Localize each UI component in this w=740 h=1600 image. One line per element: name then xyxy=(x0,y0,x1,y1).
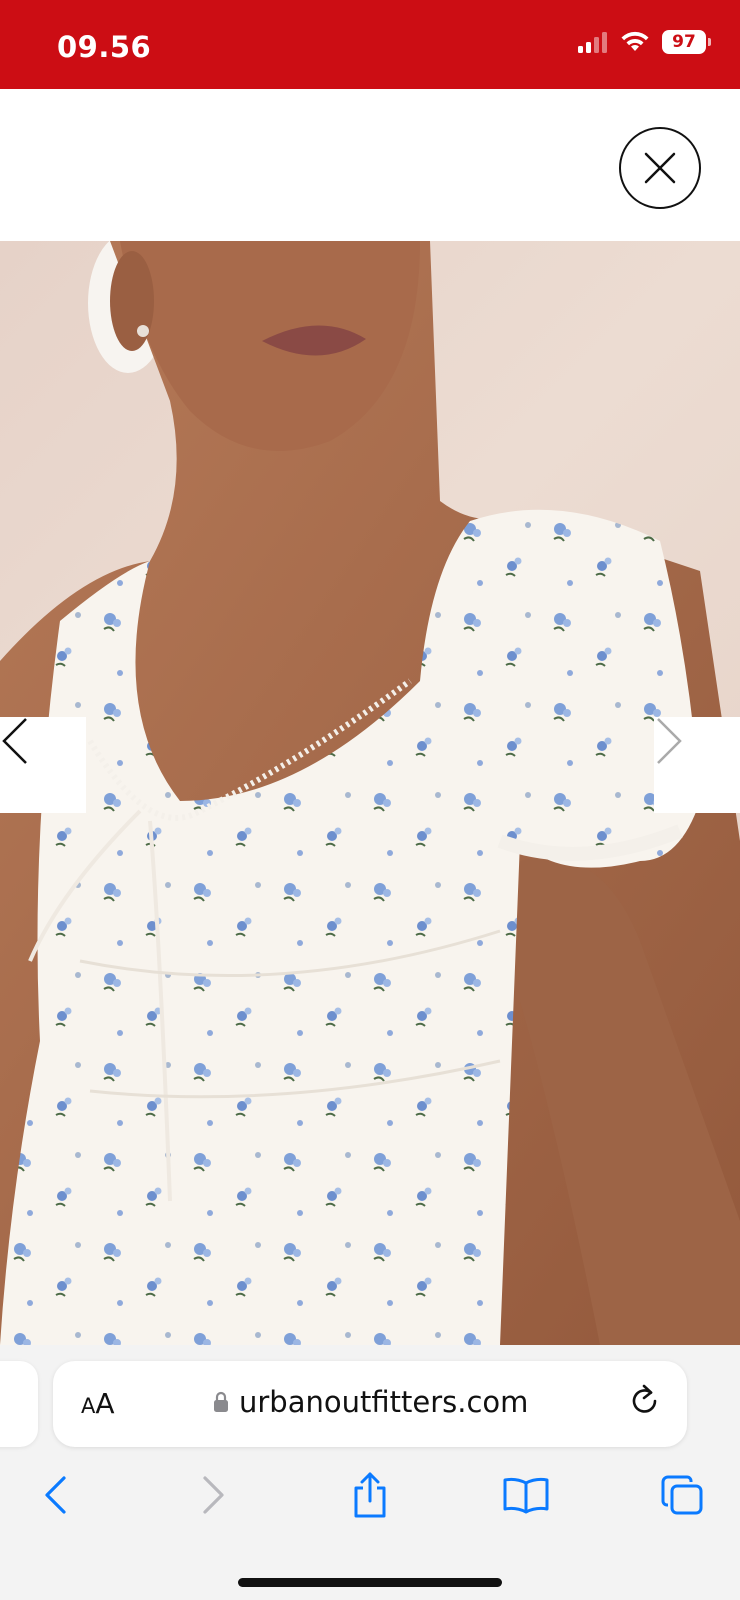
cellular-signal-icon xyxy=(578,32,607,53)
gallery-next-button[interactable] xyxy=(654,717,740,813)
reload-icon xyxy=(632,1384,657,1413)
tabs-button[interactable] xyxy=(652,1465,712,1525)
bookmarks-icon xyxy=(503,1477,549,1514)
forward-icon xyxy=(203,1476,224,1514)
product-photo xyxy=(0,241,740,1345)
status-icons: 97 xyxy=(578,30,711,54)
tabs-icon xyxy=(661,1475,703,1515)
back-button[interactable] xyxy=(25,1465,85,1525)
address-bar[interactable]: AA urbanoutfitters.com xyxy=(53,1361,687,1447)
lock-icon xyxy=(214,1391,228,1412)
share-icon xyxy=(354,1472,386,1518)
reload-button[interactable] xyxy=(629,1383,661,1424)
gallery-prev-button[interactable] xyxy=(0,717,86,813)
browser-toolbar xyxy=(0,1465,740,1535)
forward-button[interactable] xyxy=(184,1465,244,1525)
url-wrap[interactable]: urbanoutfitters.com xyxy=(213,1385,528,1419)
bookmarks-button[interactable] xyxy=(496,1465,556,1525)
url-text: urbanoutfitters.com xyxy=(239,1385,529,1419)
status-bar: 09.56 97 xyxy=(0,0,740,89)
status-time: 09.56 xyxy=(57,30,152,64)
share-button[interactable] xyxy=(340,1465,400,1525)
chevron-right-icon xyxy=(657,718,682,764)
close-icon xyxy=(644,152,676,184)
battery-icon: 97 xyxy=(662,30,711,54)
modal-header xyxy=(0,89,740,241)
reader-settings-button[interactable]: AA xyxy=(81,1387,115,1420)
wifi-icon xyxy=(621,31,649,51)
browser-chrome: AA urbanoutfitters.com xyxy=(0,1345,740,1600)
product-image[interactable] xyxy=(0,241,740,1345)
chevron-left-icon xyxy=(2,718,27,764)
previous-tab-card[interactable] xyxy=(0,1361,38,1447)
back-icon xyxy=(45,1476,66,1514)
home-indicator xyxy=(238,1578,502,1587)
close-button[interactable] xyxy=(619,127,701,209)
